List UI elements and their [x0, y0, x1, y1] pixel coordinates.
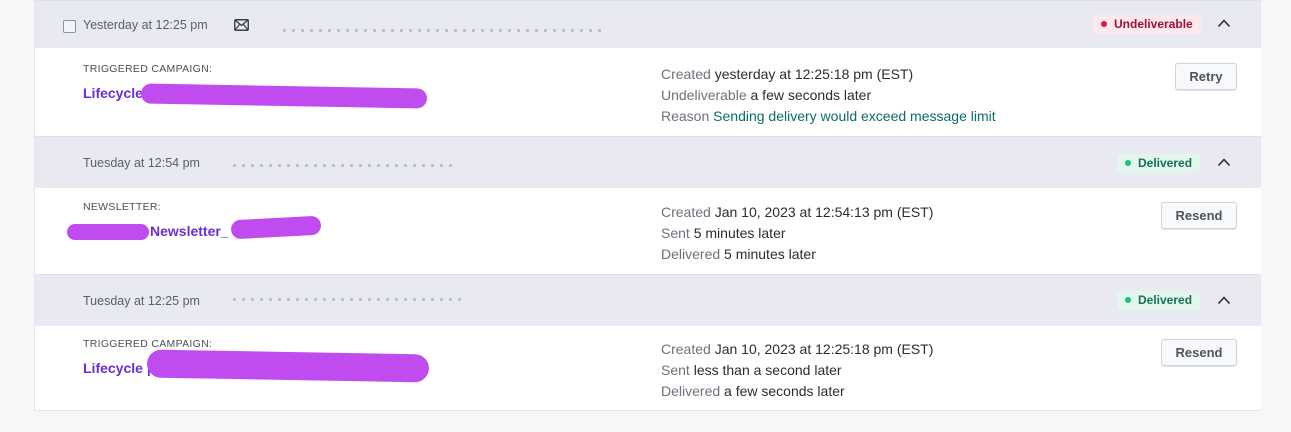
message-type-label: TRIGGERED CAMPAIGN: [83, 63, 213, 75]
envelope-icon [234, 19, 249, 31]
redaction-mark [146, 349, 430, 383]
message-date: Tuesday at 12:54 pm [83, 156, 200, 170]
sent-line: Sent 5 minutes later [661, 225, 786, 241]
created-key: Created [661, 204, 711, 220]
redacted-subject [283, 29, 603, 32]
created-key: Created [661, 341, 711, 357]
status-label: Delivered [1138, 293, 1193, 307]
message-details: NEWSLETTER: Newsletter_ Created Jan 10, … [35, 188, 1261, 274]
status-dot-icon [1125, 297, 1131, 303]
created-line: Created Jan 10, 2023 at 12:54:13 pm (EST… [661, 204, 933, 220]
message-details: TRIGGERED CAMPAIGN: Lifecycle | Created … [35, 326, 1261, 410]
reason-key: Reason [661, 108, 710, 124]
delivered-line: Delivered 5 minutes later [661, 246, 816, 262]
redacted-subject [233, 298, 465, 301]
delivered-line: Delivered a few seconds later [661, 383, 845, 399]
reason-line: Reason Sending delivery would exceed mes… [661, 108, 996, 124]
message-type-label: TRIGGERED CAMPAIGN: [83, 338, 213, 350]
created-value: Jan 10, 2023 at 12:25:18 pm (EST) [714, 341, 934, 357]
message-header[interactable]: Yesterday at 12:25 pm Undeliverable [35, 0, 1261, 48]
message-details: TRIGGERED CAMPAIGN: Lifecycle | Created … [35, 48, 1261, 136]
reason-value: Sending delivery would exceed message li… [713, 108, 996, 124]
redaction-mark [67, 224, 149, 240]
message-date: Yesterday at 12:25 pm [83, 18, 208, 32]
message-header[interactable]: Tuesday at 12:25 pm Delivered [35, 274, 1261, 326]
status-label: Undeliverable [1114, 17, 1193, 31]
undeliverable-value: a few seconds later [750, 87, 872, 103]
chevron-up-icon[interactable] [1217, 157, 1231, 167]
chevron-up-icon[interactable] [1217, 295, 1231, 305]
sent-value: 5 minutes later [693, 225, 786, 241]
created-line: Created Jan 10, 2023 at 12:25:18 pm (EST… [661, 341, 933, 357]
status-dot-icon [1101, 21, 1107, 27]
chevron-up-icon[interactable] [1217, 18, 1231, 28]
sent-key: Sent [661, 225, 690, 241]
retry-button[interactable]: Retry [1175, 63, 1237, 90]
resend-button[interactable]: Resend [1161, 339, 1237, 366]
delivered-value: 5 minutes later [724, 246, 816, 262]
delivered-key: Delivered [661, 383, 721, 399]
status-label: Delivered [1138, 156, 1193, 170]
status-badge: Delivered [1117, 291, 1201, 310]
message-header[interactable]: Tuesday at 12:54 pm Delivered [35, 136, 1261, 188]
delivered-value: a few seconds later [724, 383, 845, 399]
undeliverable-key: Undeliverable [661, 87, 747, 103]
redaction-mark [230, 215, 322, 240]
select-checkbox[interactable] [63, 20, 76, 33]
delivered-key: Delivered [661, 246, 721, 262]
redacted-subject [233, 164, 453, 167]
created-key: Created [661, 66, 711, 82]
message-date: Tuesday at 12:25 pm [83, 294, 200, 308]
status-badge: Delivered [1117, 154, 1201, 173]
campaign-link[interactable]: Lifecycle | [83, 360, 151, 376]
sent-value: less than a second later [693, 362, 842, 378]
message-list: Yesterday at 12:25 pm Undeliverable TRIG… [34, 0, 1261, 411]
message-type-label: NEWSLETTER: [83, 201, 161, 213]
redaction-mark [140, 83, 428, 109]
status-badge: Undeliverable [1093, 15, 1201, 34]
resend-button[interactable]: Resend [1161, 202, 1237, 229]
created-value: Jan 10, 2023 at 12:54:13 pm (EST) [714, 204, 934, 220]
sent-key: Sent [661, 362, 690, 378]
undeliverable-line: Undeliverable a few seconds later [661, 87, 871, 103]
created-line: Created yesterday at 12:25:18 pm (EST) [661, 66, 913, 82]
status-dot-icon [1125, 160, 1131, 166]
sent-line: Sent less than a second later [661, 362, 842, 378]
created-value: yesterday at 12:25:18 pm (EST) [714, 66, 914, 82]
campaign-link[interactable]: Newsletter_ [150, 223, 229, 239]
